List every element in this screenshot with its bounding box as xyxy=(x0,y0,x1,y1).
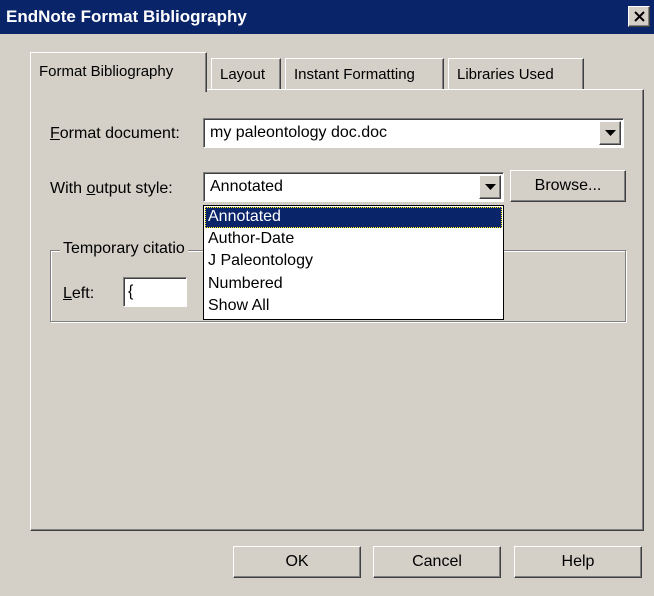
left-delimiter-label: Left: xyxy=(63,285,95,302)
format-document-label: Format document: xyxy=(50,125,180,142)
tab-label: Instant Formatting xyxy=(294,66,415,83)
dropdown-option-show-all[interactable]: Show All xyxy=(205,296,502,317)
help-button[interactable]: Help xyxy=(514,546,642,578)
close-button[interactable] xyxy=(628,6,650,27)
left-delimiter-value: { xyxy=(128,283,134,300)
cancel-button[interactable]: Cancel xyxy=(373,546,501,578)
output-style-dropdown-list: Annotated Author-Date J Paleontology Num… xyxy=(203,205,504,320)
tab-libraries-used[interactable]: Libraries Used xyxy=(448,58,584,90)
close-icon xyxy=(634,11,645,22)
dropdown-option-j-paleontology[interactable]: J Paleontology xyxy=(205,251,502,272)
chevron-down-icon xyxy=(605,130,616,136)
tab-label: Layout xyxy=(220,66,266,83)
format-document-dropdown-button[interactable] xyxy=(599,121,621,145)
dropdown-option-annotated[interactable]: Annotated xyxy=(205,207,502,228)
ok-button[interactable]: OK xyxy=(233,546,361,578)
output-style-dropdown-button[interactable] xyxy=(479,175,501,199)
format-document-value: my paleontology doc.doc xyxy=(210,124,387,141)
tab-format-bibliography[interactable]: Format Bibliography xyxy=(30,52,207,92)
left-delimiter-input[interactable]: { xyxy=(123,277,187,307)
title-bar: EndNote Format Bibliography xyxy=(0,0,654,34)
output-style-label: With output style: xyxy=(50,180,173,197)
output-style-value: Annotated xyxy=(210,178,283,195)
browse-button[interactable]: Browse... xyxy=(510,170,626,202)
tab-instant-formatting[interactable]: Instant Formatting xyxy=(285,58,444,90)
tab-label: Libraries Used xyxy=(457,66,554,83)
dropdown-option-author-date[interactable]: Author-Date xyxy=(205,229,502,250)
output-style-select[interactable]: Annotated xyxy=(203,172,504,202)
tab-layout[interactable]: Layout xyxy=(211,58,281,90)
tab-label: Format Bibliography xyxy=(39,63,174,80)
chevron-down-icon xyxy=(485,184,496,190)
window-title: EndNote Format Bibliography xyxy=(6,7,247,26)
format-document-select[interactable]: my paleontology doc.doc xyxy=(203,118,624,148)
temporary-citations-legend: Temporary citatio xyxy=(60,240,188,258)
dropdown-option-numbered[interactable]: Numbered xyxy=(205,274,502,295)
